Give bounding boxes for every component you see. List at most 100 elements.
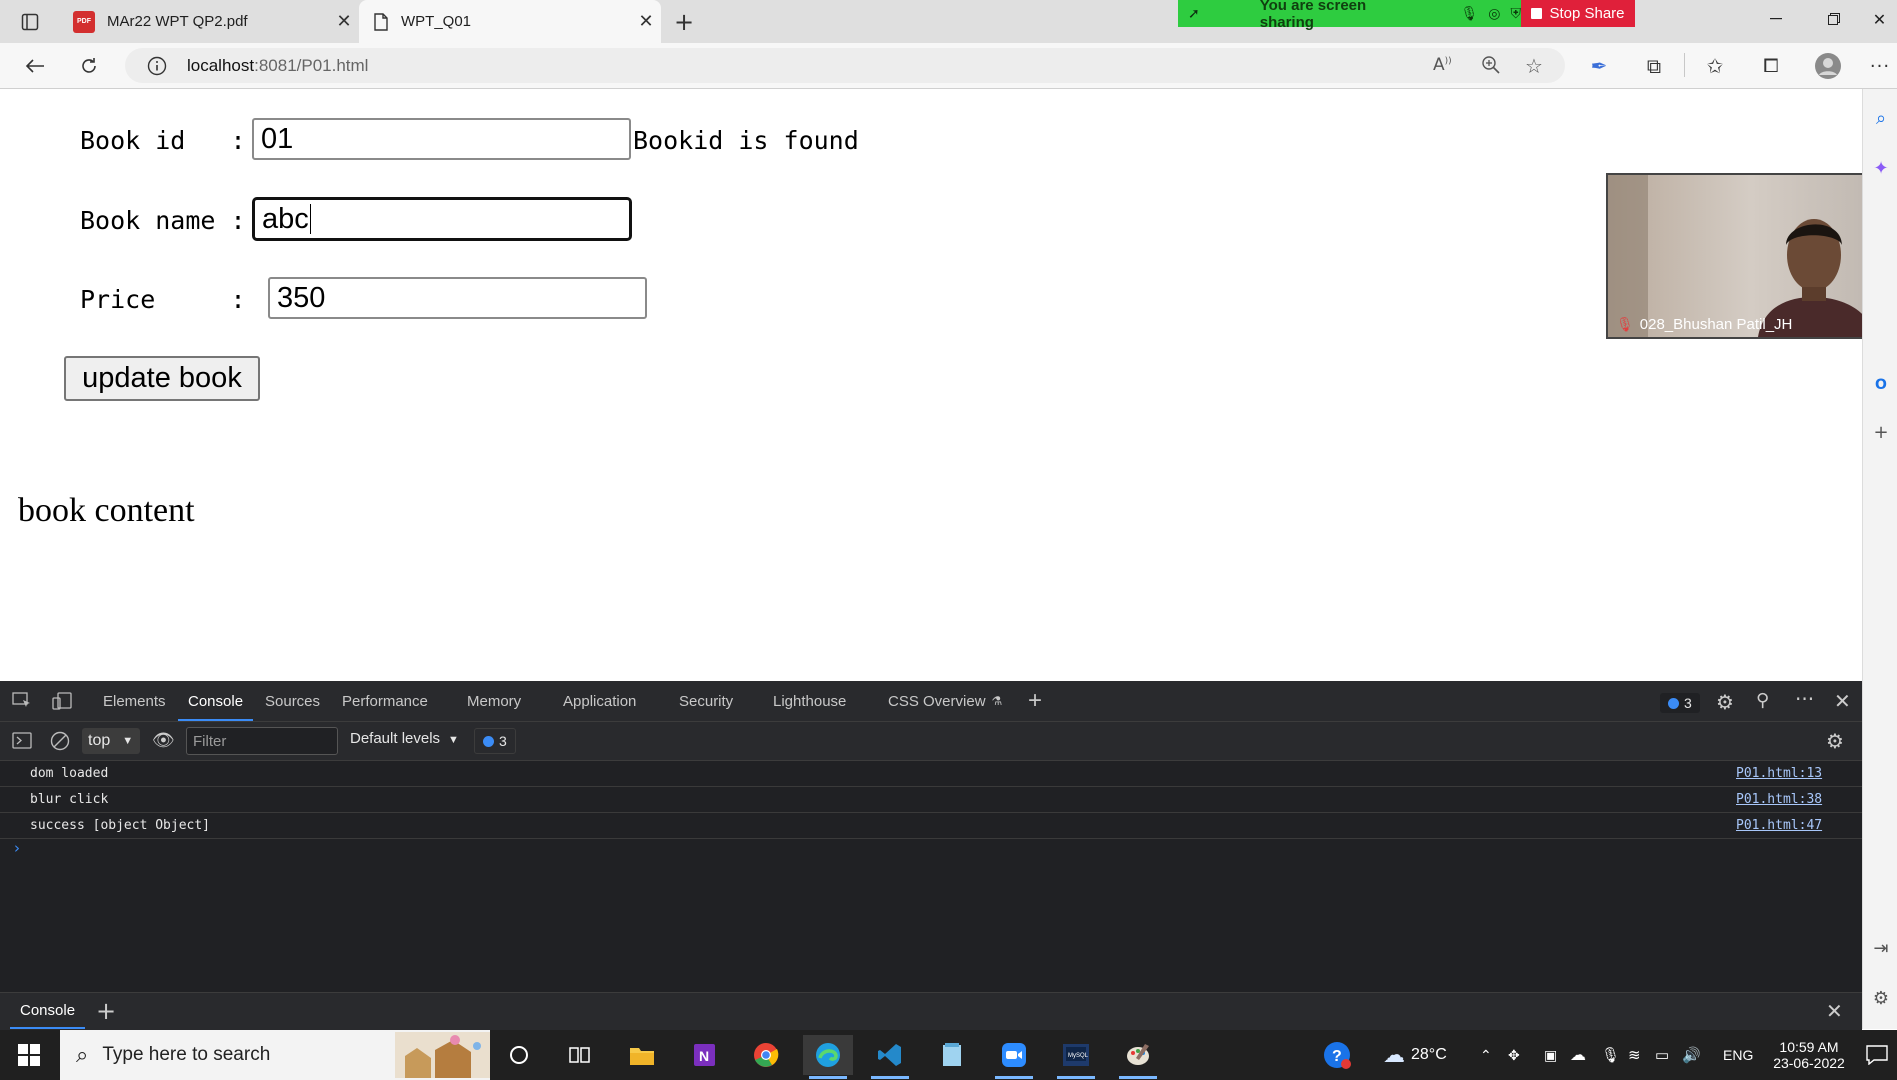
device-emulation-icon[interactable] [52, 692, 72, 710]
devtools-settings-icon[interactable]: ⚙ [1716, 690, 1734, 714]
back-button[interactable] [18, 50, 52, 82]
devtools-tab-elements[interactable]: Elements [103, 681, 166, 721]
profile-avatar[interactable] [1811, 50, 1845, 82]
minimize-button[interactable] [1748, 0, 1804, 38]
participant-name-tag: 🎙 028_Bhushan Patil_JH [1616, 316, 1793, 333]
log-levels-dropdown[interactable]: Default levels ▼ [350, 730, 459, 747]
notepad-icon[interactable] [927, 1035, 977, 1075]
tab-pdf[interactable]: PDF MAr22 WPT QP2.pdf ✕ [59, 0, 359, 43]
sidebar-settings-icon[interactable]: ⚙ [1870, 987, 1892, 1009]
clock[interactable]: 10:59 AM 23-06-2022 [1770, 1030, 1848, 1080]
pdf-icon: PDF [73, 10, 95, 33]
onedrive-icon[interactable]: ☁ [1570, 1030, 1586, 1080]
mic-muted-icon: 🎙 [1616, 316, 1634, 332]
help-icon[interactable]: ? [1322, 1030, 1352, 1080]
zoom-meetings-icon[interactable] [989, 1035, 1039, 1079]
input-language[interactable]: ENG [1723, 1030, 1753, 1080]
console-prompt-icon[interactable]: › [14, 839, 20, 857]
live-expression-eye-icon[interactable]: 👁 [152, 730, 175, 751]
meet-now-icon[interactable]: ▣ [1544, 1030, 1557, 1080]
weather-widget[interactable]: ☁ 28°C [1383, 1030, 1447, 1080]
close-drawer-icon[interactable]: ✕ [1826, 999, 1843, 1023]
devtools-tab-memory[interactable]: Memory [467, 681, 521, 721]
restore-button[interactable] [1806, 0, 1862, 38]
devtools-tab-sources[interactable]: Sources [265, 681, 320, 721]
collections-icon[interactable]: ⧠ [1754, 50, 1788, 82]
issues-badge[interactable]: 3 [1660, 693, 1700, 713]
paint-icon[interactable] [1113, 1035, 1163, 1079]
book-name-input[interactable]: abc [252, 197, 632, 241]
video-tile[interactable]: 🎙 028_Bhushan Patil_JH [1606, 173, 1895, 339]
search-icon[interactable]: ⌕ [1870, 107, 1892, 129]
copilot-pen-icon[interactable]: ✒ [1582, 50, 1616, 82]
show-hidden-icons[interactable]: ⌃ [1480, 1030, 1492, 1080]
close-tab-icon[interactable]: ✕ [631, 7, 661, 37]
new-tab-button[interactable]: + [668, 6, 700, 38]
notification-center-icon[interactable] [1866, 1030, 1888, 1080]
onenote-icon[interactable]: N [679, 1035, 729, 1075]
close-devtools-icon[interactable]: ✕ [1834, 689, 1851, 713]
mic-muted-icon[interactable]: 🎙 [1461, 5, 1479, 22]
cortana-icon[interactable] [494, 1035, 544, 1075]
log-source-link[interactable]: P01.html:13 [1736, 766, 1822, 781]
favorites-icon[interactable]: ✩ [1698, 50, 1732, 82]
clock-date: 23-06-2022 [1773, 1055, 1845, 1071]
file-explorer-icon[interactable] [617, 1035, 667, 1075]
hide-sidebar-icon[interactable]: ⇥ [1870, 937, 1892, 959]
outlook-icon[interactable]: O [1870, 374, 1892, 396]
taskbar-search-box[interactable]: ⌕ Type here to search [60, 1030, 490, 1080]
tab-wpt-q01[interactable]: WPT_Q01 ✕ [359, 0, 661, 43]
context-select[interactable]: top ▼ [82, 728, 140, 754]
site-info-icon[interactable] [147, 56, 167, 76]
drawer-add-tab-icon[interactable]: + [96, 997, 116, 1025]
zoom-icon[interactable] [1481, 55, 1501, 75]
more-tabs-plus-icon[interactable]: + [1028, 681, 1042, 721]
chrome-icon[interactable] [741, 1035, 791, 1075]
stop-share-button[interactable]: Stop Share [1521, 0, 1635, 27]
volume-icon[interactable]: 🔊 [1682, 1030, 1701, 1080]
devtools-tab-performance[interactable]: Performance [342, 681, 428, 721]
copilot-icon[interactable]: ✦ [1870, 157, 1892, 179]
devtools-tab-console[interactable]: Console [178, 681, 254, 721]
drawer-tab-console[interactable]: Console [10, 993, 86, 1029]
dropbox-icon[interactable]: ✥ [1508, 1030, 1520, 1080]
start-button[interactable] [0, 1030, 58, 1080]
add-favorite-icon[interactable]: ☆ [1525, 54, 1543, 78]
price-input[interactable]: 350 [268, 277, 647, 319]
customize-devtools-icon[interactable]: ⚲ [1756, 690, 1769, 711]
update-book-button[interactable]: update book [64, 356, 260, 401]
console-settings-icon[interactable]: ⚙ [1826, 729, 1844, 753]
add-sidebar-app-icon[interactable]: + [1870, 421, 1892, 443]
refresh-button[interactable] [72, 50, 106, 82]
tab-actions-button[interactable] [14, 8, 46, 36]
task-view-icon[interactable] [555, 1035, 605, 1075]
more-menu-icon[interactable]: ··· [1863, 50, 1897, 82]
address-bar[interactable]: localhost:8081/P01.html A)) ☆ [125, 48, 1565, 83]
url-text[interactable]: localhost:8081/P01.html [187, 56, 368, 76]
show-sidebar-icon[interactable] [12, 732, 32, 750]
inspect-element-icon[interactable] [12, 692, 32, 710]
close-window-button[interactable]: ✕ [1862, 0, 1897, 38]
battery-icon[interactable]: ▭ [1655, 1030, 1669, 1080]
vscode-icon[interactable] [865, 1035, 915, 1079]
log-source-link[interactable]: P01.html:47 [1736, 818, 1822, 833]
read-aloud-icon[interactable]: A)) [1433, 55, 1452, 75]
devtools-tab-security[interactable]: Security [679, 681, 733, 721]
clear-console-icon[interactable] [50, 731, 70, 751]
microphone-icon[interactable]: 🎙 [1601, 1030, 1620, 1080]
devtools-more-icon[interactable]: ··· [1795, 687, 1814, 711]
book-id-input[interactable]: 01 [252, 118, 631, 160]
close-tab-icon[interactable]: ✕ [329, 7, 359, 37]
message-count-badge[interactable]: 3 [474, 728, 516, 754]
wifi-icon[interactable]: ≋ [1628, 1030, 1641, 1080]
console-filter-input[interactable]: Filter [186, 727, 338, 755]
shield-icon[interactable]: ⛨ [1511, 5, 1522, 22]
devtools-tab-css-overview[interactable]: CSS Overview ⚗ [888, 681, 1002, 721]
log-source-link[interactable]: P01.html:38 [1736, 792, 1822, 807]
devtools-tab-application[interactable]: Application [563, 681, 636, 721]
pause-icon[interactable]: ◎ [1488, 5, 1500, 22]
extensions-icon[interactable]: ⧉ [1637, 50, 1671, 82]
devtools-tab-lighthouse[interactable]: Lighthouse [773, 681, 846, 721]
edge-browser-icon[interactable] [803, 1035, 853, 1079]
mysql-workbench-icon[interactable]: MySQL [1051, 1035, 1101, 1079]
